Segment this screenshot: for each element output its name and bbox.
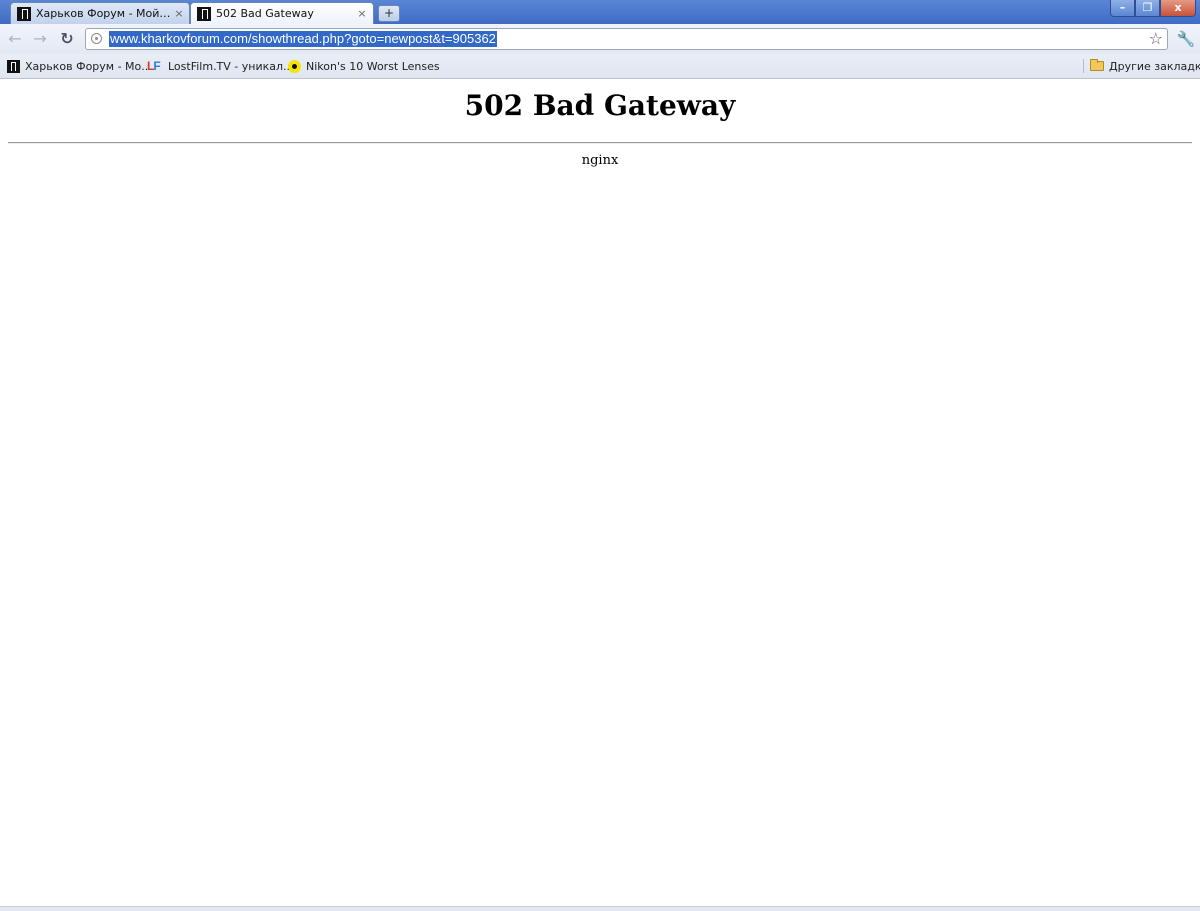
tab-title: Харьков Форум - Мой каб... (36, 7, 173, 20)
window-close-button[interactable]: x (1160, 0, 1196, 17)
minimize-button[interactable]: – (1110, 0, 1135, 17)
other-bookmarks-label: Другие закладки (1109, 59, 1200, 73)
bookmark-label: Харьков Форум - Мо... (25, 59, 152, 73)
forward-button[interactable]: → (29, 29, 51, 49)
page-info-icon[interactable] (91, 33, 102, 44)
bookmark-nikon-lenses[interactable]: Nikon's 10 Worst Lenses (288, 58, 440, 74)
maximize-button[interactable]: ❐ (1135, 0, 1160, 17)
bookmark-label: LostFilm.TV - уникал... (168, 59, 294, 73)
url-text[interactable]: www.kharkovforum.com/showthread.php?goto… (109, 31, 497, 47)
address-bar[interactable]: www.kharkovforum.com/showthread.php?goto… (85, 28, 1168, 50)
bookmarks-bar: Харьков Форум - Мо... LF LostFilm.TV - у… (0, 54, 1200, 79)
bookmarks-separator (1083, 59, 1084, 73)
tab-502-bad-gateway[interactable]: 502 Bad Gateway × (190, 2, 374, 24)
tab-title: 502 Bad Gateway (216, 7, 314, 20)
close-icon[interactable]: × (173, 7, 185, 20)
browser-toolbar: ← → ↻ www.kharkovforum.com/showthread.ph… (0, 24, 1200, 54)
kharkov-forum-favicon-icon (17, 6, 31, 21)
tab-kharkov-forum[interactable]: Харьков Форум - Мой каб... × (10, 2, 190, 24)
back-button[interactable]: ← (4, 29, 26, 49)
new-tab-button[interactable]: + (378, 5, 400, 22)
folder-icon (1090, 59, 1104, 71)
nikon-favicon-icon (288, 59, 301, 73)
window-bottom-border (0, 906, 1200, 911)
other-bookmarks-button[interactable]: Другие закладки (1090, 58, 1200, 74)
bookmark-lostfilm[interactable]: LF LostFilm.TV - уникал... (147, 58, 294, 74)
reload-button[interactable]: ↻ (56, 29, 78, 49)
horizontal-rule (8, 142, 1192, 144)
wrench-menu-icon[interactable]: 🔧 (1176, 29, 1196, 49)
bookmark-star-icon[interactable]: ☆ (1149, 29, 1163, 49)
kharkov-forum-favicon-icon (197, 6, 211, 21)
bookmark-kharkov-forum[interactable]: Харьков Форум - Мо... (7, 58, 152, 74)
close-icon[interactable]: × (355, 7, 369, 20)
server-name: nginx (581, 153, 619, 168)
kharkov-forum-favicon-icon (7, 59, 20, 73)
page-content: 502 Bad Gateway nginx (0, 79, 1200, 906)
lostfilm-favicon-icon: LF (147, 58, 161, 73)
tab-strip: Харьков Форум - Мой каб... × 502 Bad Gat… (0, 0, 1200, 24)
bookmark-label: Nikon's 10 Worst Lenses (306, 59, 440, 73)
error-title: 502 Bad Gateway (464, 89, 736, 122)
